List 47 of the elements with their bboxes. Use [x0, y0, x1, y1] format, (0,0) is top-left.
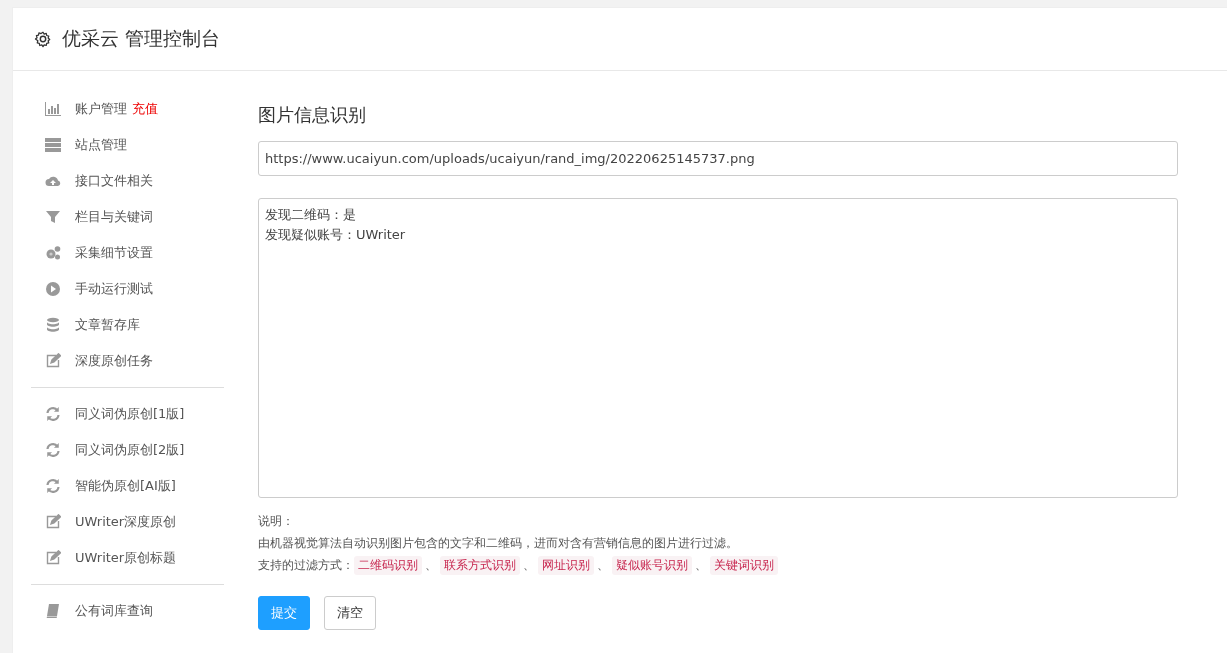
edit-icon — [45, 514, 61, 530]
sidebar-item[interactable]: 栏目与关键词 — [31, 199, 224, 235]
sidebar-item[interactable]: 接口文件相关 — [31, 163, 224, 199]
separator-mark: 、 — [695, 556, 707, 574]
sidebar-item[interactable]: 采集细节设置 — [31, 235, 224, 271]
sidebar-item[interactable]: 智能伪原创[AI版] — [31, 468, 224, 504]
sidebar-item[interactable]: 同义词伪原创[1版] — [31, 396, 224, 432]
separator-mark: 、 — [597, 556, 609, 574]
clear-button[interactable]: 清空 — [324, 596, 376, 630]
sidebar-item[interactable]: UWriter原创标题 — [31, 540, 224, 576]
book-icon — [45, 603, 61, 619]
filter-label: 支持的过滤方式： — [258, 557, 354, 574]
filter-tag: 疑似账号识别 — [612, 555, 692, 575]
separator-mark: 、 — [425, 556, 437, 574]
sidebar-item[interactable]: 文章暂存库 — [31, 307, 224, 343]
section-heading: 图片信息识别 — [258, 103, 367, 127]
sidebar-item[interactable]: 深度原创任务 — [31, 343, 224, 379]
result-text-area[interactable]: 发现二维码：是 发现疑似账号：UWriter — [258, 198, 1178, 498]
separator-mark: 、 — [523, 556, 535, 574]
sidebar-item[interactable]: 账户管理 充值 — [31, 91, 224, 127]
url-input-field[interactable]: https://www.ucaiyun.com/uploads/ucaiyun/rand_img/20220625145737.png — [258, 141, 1178, 176]
filter-tag: 二维码识别 — [354, 555, 422, 575]
chart-icon — [45, 101, 61, 117]
server-icon — [45, 137, 61, 153]
description-text: 由机器视觉算法自动识别图片包含的文字和二维码，进而对含有营销信息的图片进行过滤。 — [258, 535, 739, 552]
settings-icon — [34, 30, 52, 48]
refresh-icon — [45, 406, 61, 422]
result-line: 发现二维码：是 — [265, 206, 356, 224]
filter-icon — [45, 209, 61, 225]
filter-tag: 关键词识别 — [710, 555, 778, 575]
filter-tag: 网址识别 — [538, 555, 594, 575]
note-label: 说明： — [258, 513, 295, 530]
play-icon — [45, 281, 61, 297]
recharge-link[interactable]: 充值 — [132, 100, 158, 118]
console-title: 优采云 管理控制台 — [62, 26, 221, 51]
database-icon — [45, 317, 61, 333]
sidebar-item[interactable]: 同义词伪原创[2版] — [31, 432, 224, 468]
sidebar-item[interactable]: 站点管理 — [31, 127, 224, 163]
sidebar-item[interactable]: 公有词库查询 — [31, 593, 224, 629]
refresh-icon — [45, 442, 61, 458]
result-line: 发现疑似账号：UWriter — [265, 226, 406, 244]
sidebar-item[interactable]: 手动运行测试 — [31, 271, 224, 307]
edit-icon — [45, 550, 61, 566]
sidebar-item[interactable]: UWriter深度原创 — [31, 504, 224, 540]
refresh-icon — [45, 478, 61, 494]
filter-tag: 联系方式识别 — [440, 555, 520, 575]
edit-icon — [45, 353, 61, 369]
